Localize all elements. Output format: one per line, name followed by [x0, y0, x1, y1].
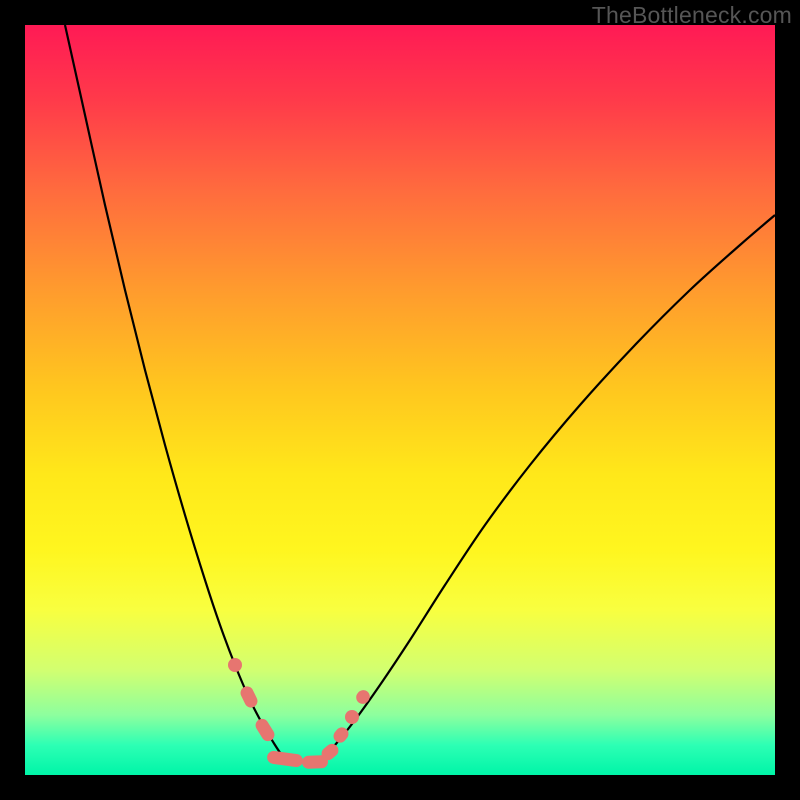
marker-capsule: [253, 716, 277, 743]
curves-svg: [25, 25, 775, 775]
marker-capsule: [354, 688, 373, 707]
chart-frame: TheBottleneck.com: [0, 0, 800, 800]
marker-capsule: [266, 750, 303, 768]
left-curve: [65, 25, 285, 760]
plot-area: [25, 25, 775, 775]
right-curve: [320, 215, 775, 760]
markers-group: [228, 658, 372, 769]
marker-capsule: [238, 684, 259, 709]
marker-circle: [228, 658, 242, 672]
marker-circle: [345, 710, 359, 724]
